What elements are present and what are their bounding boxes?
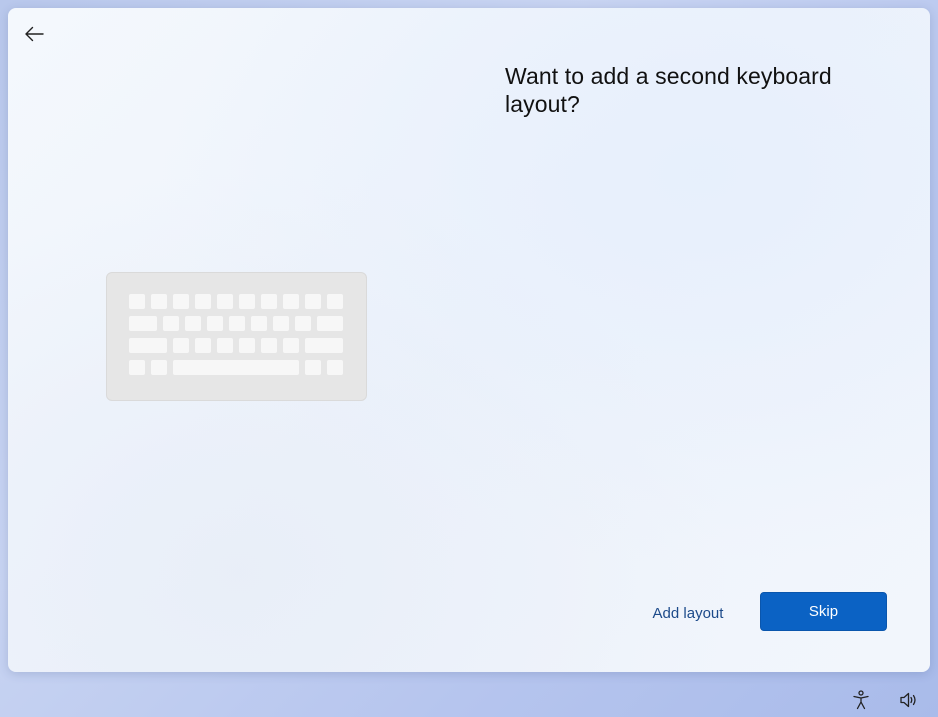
accessibility-icon <box>853 690 869 710</box>
back-button[interactable] <box>20 20 48 48</box>
oobe-window: Want to add a second keyboard layout? Ad… <box>8 8 930 672</box>
arrow-left-icon <box>25 26 44 42</box>
accessibility-button[interactable] <box>850 689 872 711</box>
skip-button[interactable]: Skip <box>760 592 887 631</box>
add-layout-button[interactable]: Add layout <box>643 602 733 626</box>
keyboard-icon <box>106 272 367 401</box>
page-title: Want to add a second keyboard layout? <box>505 63 832 117</box>
volume-button[interactable] <box>898 689 920 711</box>
volume-icon <box>900 692 916 708</box>
